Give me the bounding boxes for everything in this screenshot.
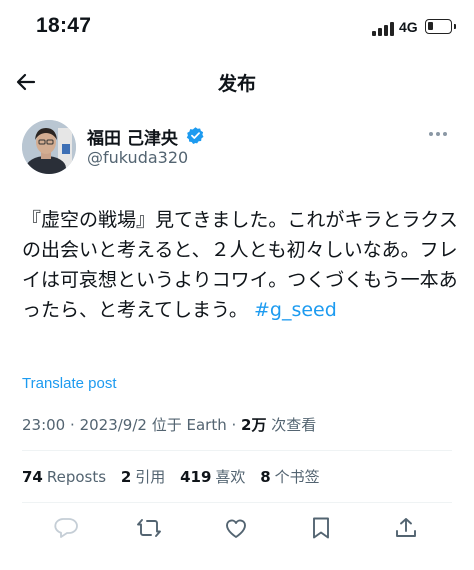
- engagement-stats: 74 Reposts 2 引用 419 喜欢 8 个书签: [22, 466, 330, 487]
- author-name[interactable]: 福田 己津央: [87, 124, 178, 149]
- network-type: 4G: [399, 19, 418, 35]
- hashtag-link[interactable]: #g_seed: [254, 299, 337, 321]
- reply-icon[interactable]: [53, 516, 79, 540]
- quotes-stat[interactable]: 2 引用: [121, 468, 165, 486]
- post-date[interactable]: 2023/9/2: [80, 416, 147, 434]
- divider: [22, 450, 452, 451]
- likes-stat[interactable]: 419 喜欢: [180, 468, 245, 486]
- page-title: 发布: [217, 73, 256, 95]
- share-icon[interactable]: [393, 516, 419, 540]
- author-handle[interactable]: @fukuda320: [87, 148, 188, 167]
- nav-bar: 发布: [0, 60, 474, 104]
- likes-count: 419: [180, 468, 212, 486]
- verified-icon: [186, 127, 204, 145]
- post-time[interactable]: 23:00: [22, 416, 65, 434]
- reposts-label: Reposts: [46, 468, 107, 486]
- signal-icon: [372, 22, 394, 36]
- bookmarks-label: 个书签: [274, 468, 320, 486]
- post-location: 位于 Earth: [151, 416, 227, 434]
- tweet-body: 『虚空の戦場』見てきました。これがキラとラクスの出会いと考えると、２人とも初々し…: [22, 209, 458, 321]
- bookmarks-count: 8: [260, 468, 271, 486]
- translate-post-link[interactable]: Translate post: [22, 375, 117, 392]
- bookmark-icon[interactable]: [308, 516, 334, 540]
- more-icon[interactable]: [428, 128, 448, 140]
- reposts-stat[interactable]: 74 Reposts: [22, 468, 106, 486]
- separator: ·: [231, 416, 242, 434]
- views-count: 2万: [241, 416, 267, 434]
- tweet-meta: 23:00 · 2023/9/2 位于 Earth · 2万 次查看: [22, 414, 316, 435]
- repost-icon[interactable]: [136, 516, 162, 540]
- status-time: 18:47: [36, 14, 92, 37]
- likes-label: 喜欢: [215, 468, 246, 486]
- bookmarks-stat[interactable]: 8 个书签: [260, 468, 319, 486]
- status-bar: 18:47 4G: [0, 0, 474, 58]
- quotes-label: 引用: [135, 468, 166, 486]
- battery-icon: [425, 19, 456, 34]
- avatar[interactable]: [22, 120, 76, 174]
- views-label: 次查看: [271, 416, 317, 434]
- quotes-count: 2: [120, 468, 132, 486]
- like-icon[interactable]: [223, 516, 249, 540]
- reposts-count: 74: [22, 468, 43, 486]
- divider: [22, 502, 452, 503]
- tweet-text: 『虚空の戦場』見てきました。これがキラとラクスの出会いと考えると、２人とも初々し…: [22, 205, 462, 325]
- avatar-image: [22, 120, 76, 174]
- separator: ·: [70, 416, 80, 434]
